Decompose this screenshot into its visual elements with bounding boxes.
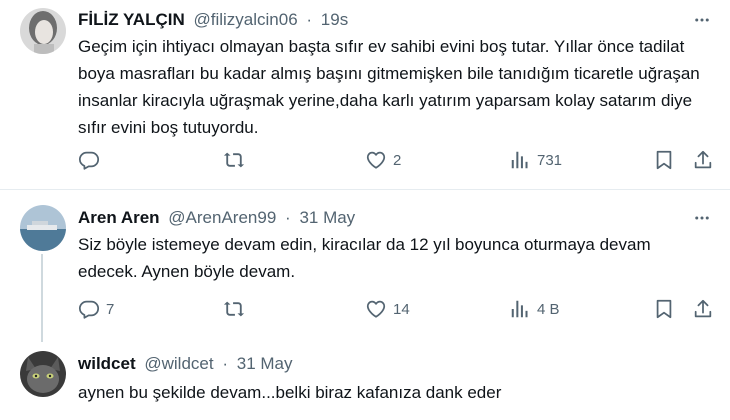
retweet-button[interactable] (222, 297, 252, 321)
thread-line (41, 254, 43, 342)
views-button[interactable]: 4 B (509, 297, 560, 321)
avatar-filiz[interactable] (20, 8, 66, 54)
like-button[interactable]: 2 (365, 148, 401, 172)
tweet-wildcet[interactable]: wildcet @wildcet · 31 May aynen bu şekil… (0, 340, 730, 420)
handle[interactable]: @ArenAren99 (168, 208, 276, 227)
action-bar: 7 14 4 B (78, 297, 716, 321)
tweet-text: Siz böyle istemeye devam edin, kiracılar… (78, 235, 651, 281)
views-button[interactable]: 731 (509, 148, 562, 172)
reply-count: 7 (106, 300, 115, 318)
display-name[interactable]: FİLİZ YALÇIN (78, 10, 185, 29)
like-count: 14 (393, 300, 410, 318)
timestamp[interactable]: 31 May (299, 208, 355, 227)
heart-icon (365, 149, 387, 171)
tweet-text: Geçim için ihtiyacı olmayan başta sıfır … (78, 37, 700, 137)
share-button[interactable] (692, 297, 714, 321)
reply-icon (78, 149, 100, 171)
tweet-header: FİLİZ YALÇIN @filizyalcin06 · 19s (78, 10, 348, 30)
display-name[interactable]: wildcet (78, 354, 136, 373)
separator: · (285, 208, 291, 227)
tweet-aren[interactable]: Aren Aren @ArenAren99 · 31 May Siz böyle… (0, 190, 730, 342)
more-dots-icon[interactable] (692, 208, 712, 228)
tweet-filiz[interactable]: FİLİZ YALÇIN @filizyalcin06 · 19s Geçim … (0, 0, 730, 190)
like-button[interactable]: 14 (365, 297, 410, 321)
retweet-icon (222, 298, 246, 320)
reply-icon (78, 298, 100, 320)
retweet-button[interactable] (222, 148, 252, 172)
reply-button[interactable]: 7 (78, 297, 114, 321)
share-icon (692, 298, 714, 320)
share-icon (692, 149, 714, 171)
handle[interactable]: @wildcet (144, 354, 213, 373)
bookmark-icon (653, 298, 675, 320)
separator: · (306, 10, 313, 29)
handle[interactable]: @filizyalcin06 (193, 10, 297, 29)
timestamp[interactable]: 31 May (237, 354, 293, 373)
views-count: 731 (537, 151, 563, 169)
tweet-text: aynen bu şekilde devam...belki biraz kaf… (78, 383, 502, 402)
tweet-header: Aren Aren @ArenAren99 · 31 May (78, 208, 355, 228)
display-name[interactable]: Aren Aren (78, 208, 160, 227)
avatar-wildcet[interactable] (20, 351, 66, 397)
bookmark-button[interactable] (653, 148, 675, 172)
like-count: 2 (393, 151, 402, 169)
bookmark-icon (653, 149, 675, 171)
action-bar: 2 731 (78, 148, 716, 172)
heart-icon (365, 298, 387, 320)
reply-button[interactable] (78, 148, 106, 172)
views-count: 4 B (537, 300, 560, 318)
views-icon (509, 149, 531, 171)
share-button[interactable] (692, 148, 714, 172)
bookmark-button[interactable] (653, 297, 675, 321)
views-icon (509, 298, 531, 320)
avatar-aren[interactable] (20, 205, 66, 251)
more-dots-icon[interactable] (692, 10, 712, 30)
separator: · (222, 354, 228, 373)
retweet-icon (222, 149, 246, 171)
tweet-header: wildcet @wildcet · 31 May (78, 354, 292, 374)
timestamp[interactable]: 19s (321, 10, 348, 29)
